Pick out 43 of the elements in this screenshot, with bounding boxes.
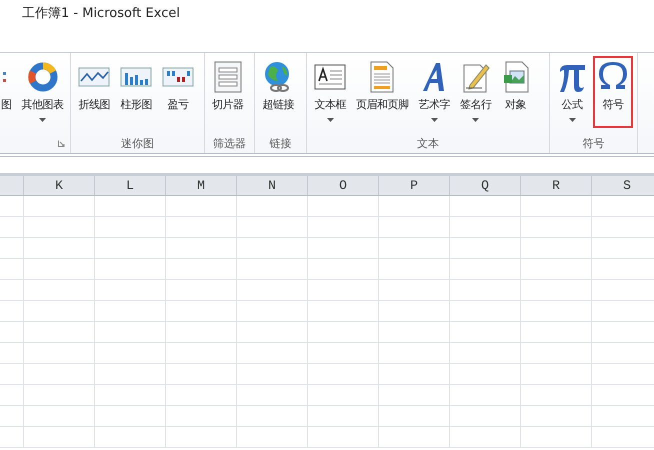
win-loss-sparkline-icon — [162, 65, 194, 89]
group-label: 符号 — [582, 136, 604, 151]
window-title: 工作簿1 - Microsoft Excel — [22, 5, 180, 22]
ribbon-button[interactable]: 对象 — [498, 56, 534, 128]
ribbon-button[interactable]: 超链接 — [258, 56, 298, 128]
ribbon-button[interactable]: 柱形图 — [116, 56, 156, 128]
column-header[interactable]: Q — [481, 178, 489, 193]
column-header[interactable]: P — [410, 178, 418, 193]
column-header[interactable]: N — [268, 178, 276, 193]
dropdown-arrow-icon — [568, 118, 576, 122]
page-header-icon — [369, 61, 396, 93]
column-header[interactable]: K — [55, 178, 63, 193]
dropdown-arrow-icon — [326, 118, 334, 122]
ribbon-button[interactable]: 文本框 — [310, 56, 350, 128]
donut-chart-icon — [26, 61, 58, 93]
ribbon-button[interactable]: 签名行 — [456, 56, 496, 128]
ribbon-button[interactable]: 页眉和页脚 — [352, 56, 412, 128]
embedded-object-icon — [502, 61, 530, 93]
ribbon-button[interactable]: 艺术字 — [414, 56, 454, 128]
group-label: 文本 — [417, 136, 439, 151]
column-sparkline-icon — [120, 65, 152, 89]
group-label: 迷你图 — [121, 136, 154, 151]
ribbon-button[interactable]: 折线图 — [74, 56, 114, 128]
dropdown-arrow-icon — [39, 118, 46, 122]
ribbon-button[interactable]: 切片器 — [208, 56, 248, 128]
dropdown-arrow-icon — [472, 118, 480, 122]
column-header[interactable]: L — [126, 178, 134, 193]
group-label: 筛选器 — [213, 136, 246, 151]
group-label: 链接 — [270, 136, 292, 151]
dialog-launcher-icon[interactable] — [58, 140, 65, 147]
text-box-icon — [314, 63, 346, 91]
ribbon-button[interactable]: 图 — [0, 56, 16, 128]
ribbon-button[interactable]: 公式 — [553, 56, 591, 128]
line-sparkline-icon — [78, 65, 110, 89]
slicer-icon — [212, 61, 243, 93]
dropdown-arrow-icon — [430, 118, 438, 122]
ribbon-button[interactable]: 符号 — [593, 56, 633, 128]
column-header[interactable]: R — [552, 178, 560, 193]
column-header[interactable]: S — [623, 178, 631, 193]
ribbon-button[interactable]: 其他图表 — [18, 56, 68, 128]
column-header[interactable]: O — [339, 178, 347, 193]
ribbon-button[interactable]: 盈亏 — [158, 56, 198, 128]
column-header[interactable]: M — [197, 178, 205, 193]
